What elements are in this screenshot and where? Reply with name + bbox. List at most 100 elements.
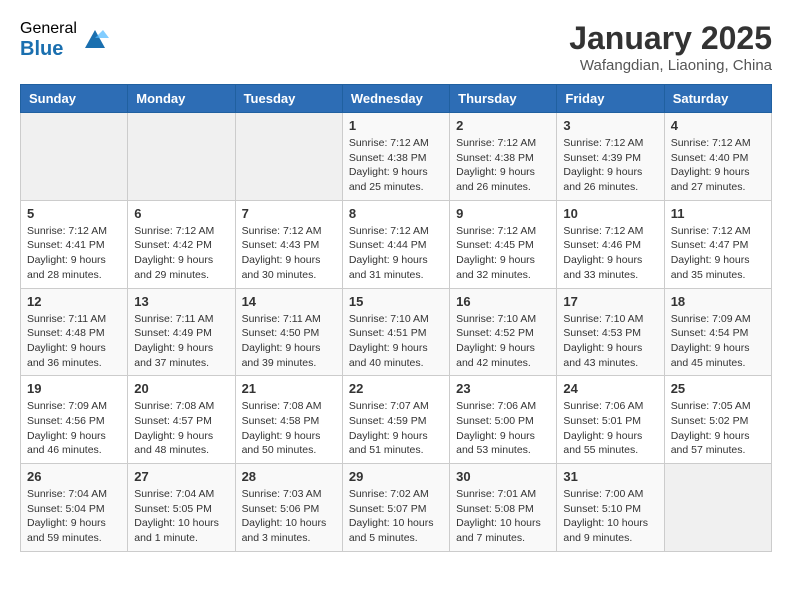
logo-blue: Blue <box>20 38 77 60</box>
calendar-cell: 31Sunrise: 7:00 AM Sunset: 5:10 PM Dayli… <box>557 464 664 552</box>
calendar-cell: 15Sunrise: 7:10 AM Sunset: 4:51 PM Dayli… <box>342 288 449 376</box>
day-info: Sunrise: 7:12 AM Sunset: 4:40 PM Dayligh… <box>671 136 765 195</box>
calendar-cell: 4 Sunrise: 7:12 AM Sunset: 4:40 PM Daylig… <box>664 113 771 201</box>
day-info: Sunrise: 7:12 AM Sunset: 4:39 PM Dayligh… <box>563 136 657 195</box>
day-info: Sunrise: 7:12 AM Sunset: 4:44 PM Dayligh… <box>349 224 443 283</box>
calendar-cell: 27 Sunrise: 7:04 AM Sunset: 5:05 PM Dayli… <box>128 464 235 552</box>
calendar-cell: 22 Sunrise: 7:07 AM Sunset: 4:59 PM Dayli… <box>342 376 449 464</box>
calendar-cell: 21 Sunrise: 7:08 AM Sunset: 4:58 PM Dayli… <box>235 376 342 464</box>
page-header: General Blue January 2025 Wafangdian, Li… <box>20 20 772 74</box>
title-section: January 2025 Wafangdian, Liaoning, China <box>569 20 772 74</box>
day-of-week-header: Monday <box>128 85 235 113</box>
day-info: Sunrise: 7:12 AM Sunset: 4:45 PM Dayligh… <box>456 224 550 283</box>
day-number: 27 <box>134 469 228 484</box>
day-of-week-header: Sunday <box>21 85 128 113</box>
day-info: Sunrise: 7:03 AM Sunset: 5:06 PM Dayligh… <box>242 487 336 546</box>
day-info: Sunrise: 7:00 AM Sunset: 5:10 PM Dayligh… <box>563 487 657 546</box>
calendar-cell: 19Sunrise: 7:09 AM Sunset: 4:56 PM Dayli… <box>21 376 128 464</box>
calendar-week-row: 26 Sunrise: 7:04 AM Sunset: 5:04 PM Dayli… <box>21 464 772 552</box>
calendar-week-row: 19Sunrise: 7:09 AM Sunset: 4:56 PM Dayli… <box>21 376 772 464</box>
location: Wafangdian, Liaoning, China <box>569 57 772 74</box>
calendar-cell: 20 Sunrise: 7:08 AM Sunset: 4:57 PM Dayli… <box>128 376 235 464</box>
day-number: 13 <box>134 294 228 309</box>
calendar-table: SundayMondayTuesdayWednesdayThursdayFrid… <box>20 84 772 552</box>
day-of-week-header: Thursday <box>450 85 557 113</box>
calendar-cell: 2 Sunrise: 7:12 AM Sunset: 4:38 PM Daylig… <box>450 113 557 201</box>
calendar-cell: 25 Sunrise: 7:05 AM Sunset: 5:02 PM Dayli… <box>664 376 771 464</box>
calendar-cell: 17 Sunrise: 7:10 AM Sunset: 4:53 PM Dayli… <box>557 288 664 376</box>
calendar-cell: 11 Sunrise: 7:12 AM Sunset: 4:47 PM Dayli… <box>664 200 771 288</box>
day-number: 14 <box>242 294 336 309</box>
day-number: 26 <box>27 469 121 484</box>
day-info: Sunrise: 7:06 AM Sunset: 5:01 PM Dayligh… <box>563 399 657 458</box>
day-info: Sunrise: 7:11 AM Sunset: 4:48 PM Dayligh… <box>27 312 121 371</box>
day-number: 20 <box>134 381 228 396</box>
day-number: 23 <box>456 381 550 396</box>
calendar-cell: 23Sunrise: 7:06 AM Sunset: 5:00 PM Dayli… <box>450 376 557 464</box>
day-info: Sunrise: 7:09 AM Sunset: 4:56 PM Dayligh… <box>27 399 121 458</box>
day-number: 8 <box>349 206 443 221</box>
day-of-week-header: Friday <box>557 85 664 113</box>
day-number: 17 <box>563 294 657 309</box>
day-number: 11 <box>671 206 765 221</box>
day-number: 4 <box>671 118 765 133</box>
day-info: Sunrise: 7:04 AM Sunset: 5:04 PM Dayligh… <box>27 487 121 546</box>
day-of-week-header: Saturday <box>664 85 771 113</box>
day-info: Sunrise: 7:10 AM Sunset: 4:53 PM Dayligh… <box>563 312 657 371</box>
calendar-week-row: 12 Sunrise: 7:11 AM Sunset: 4:48 PM Dayli… <box>21 288 772 376</box>
day-number: 16 <box>456 294 550 309</box>
day-info: Sunrise: 7:12 AM Sunset: 4:38 PM Dayligh… <box>349 136 443 195</box>
calendar-cell: 13 Sunrise: 7:11 AM Sunset: 4:49 PM Dayli… <box>128 288 235 376</box>
calendar-cell: 28 Sunrise: 7:03 AM Sunset: 5:06 PM Dayli… <box>235 464 342 552</box>
day-number: 12 <box>27 294 121 309</box>
day-of-week-header: Wednesday <box>342 85 449 113</box>
day-info: Sunrise: 7:12 AM Sunset: 4:38 PM Dayligh… <box>456 136 550 195</box>
logo: General Blue <box>20 20 109 60</box>
calendar-cell: 14 Sunrise: 7:11 AM Sunset: 4:50 PM Dayli… <box>235 288 342 376</box>
day-info: Sunrise: 7:02 AM Sunset: 5:07 PM Dayligh… <box>349 487 443 546</box>
day-info: Sunrise: 7:12 AM Sunset: 4:42 PM Dayligh… <box>134 224 228 283</box>
calendar-cell: 10 Sunrise: 7:12 AM Sunset: 4:46 PM Dayli… <box>557 200 664 288</box>
day-number: 18 <box>671 294 765 309</box>
day-info: Sunrise: 7:07 AM Sunset: 4:59 PM Dayligh… <box>349 399 443 458</box>
day-number: 21 <box>242 381 336 396</box>
calendar-cell: 5 Sunrise: 7:12 AM Sunset: 4:41 PM Daylig… <box>21 200 128 288</box>
day-number: 6 <box>134 206 228 221</box>
day-info: Sunrise: 7:08 AM Sunset: 4:57 PM Dayligh… <box>134 399 228 458</box>
logo-text: General Blue <box>20 20 77 60</box>
day-info: Sunrise: 7:11 AM Sunset: 4:49 PM Dayligh… <box>134 312 228 371</box>
calendar-cell <box>128 113 235 201</box>
day-info: Sunrise: 7:12 AM Sunset: 4:41 PM Dayligh… <box>27 224 121 283</box>
calendar-cell: 1Sunrise: 7:12 AM Sunset: 4:38 PM Daylig… <box>342 113 449 201</box>
day-number: 2 <box>456 118 550 133</box>
calendar-cell: 26 Sunrise: 7:04 AM Sunset: 5:04 PM Dayli… <box>21 464 128 552</box>
month-title: January 2025 <box>569 20 772 57</box>
day-info: Sunrise: 7:05 AM Sunset: 5:02 PM Dayligh… <box>671 399 765 458</box>
day-info: Sunrise: 7:10 AM Sunset: 4:52 PM Dayligh… <box>456 312 550 371</box>
calendar-cell: 16 Sunrise: 7:10 AM Sunset: 4:52 PM Dayli… <box>450 288 557 376</box>
calendar-cell <box>664 464 771 552</box>
calendar-cell: 8 Sunrise: 7:12 AM Sunset: 4:44 PM Daylig… <box>342 200 449 288</box>
day-number: 29 <box>349 469 443 484</box>
calendar-cell: 30 Sunrise: 7:01 AM Sunset: 5:08 PM Dayli… <box>450 464 557 552</box>
day-info: Sunrise: 7:12 AM Sunset: 4:43 PM Dayligh… <box>242 224 336 283</box>
calendar-cell: 24Sunrise: 7:06 AM Sunset: 5:01 PM Dayli… <box>557 376 664 464</box>
day-number: 5 <box>27 206 121 221</box>
day-info: Sunrise: 7:01 AM Sunset: 5:08 PM Dayligh… <box>456 487 550 546</box>
logo-icon <box>81 24 109 52</box>
day-info: Sunrise: 7:12 AM Sunset: 4:46 PM Dayligh… <box>563 224 657 283</box>
day-info: Sunrise: 7:10 AM Sunset: 4:51 PM Dayligh… <box>349 312 443 371</box>
day-number: 28 <box>242 469 336 484</box>
day-number: 22 <box>349 381 443 396</box>
day-number: 3 <box>563 118 657 133</box>
day-number: 10 <box>563 206 657 221</box>
day-number: 25 <box>671 381 765 396</box>
day-number: 30 <box>456 469 550 484</box>
calendar-cell: 29 Sunrise: 7:02 AM Sunset: 5:07 PM Dayli… <box>342 464 449 552</box>
day-info: Sunrise: 7:04 AM Sunset: 5:05 PM Dayligh… <box>134 487 228 546</box>
day-info: Sunrise: 7:08 AM Sunset: 4:58 PM Dayligh… <box>242 399 336 458</box>
day-info: Sunrise: 7:12 AM Sunset: 4:47 PM Dayligh… <box>671 224 765 283</box>
calendar-header-row: SundayMondayTuesdayWednesdayThursdayFrid… <box>21 85 772 113</box>
day-info: Sunrise: 7:11 AM Sunset: 4:50 PM Dayligh… <box>242 312 336 371</box>
calendar-week-row: 5 Sunrise: 7:12 AM Sunset: 4:41 PM Daylig… <box>21 200 772 288</box>
